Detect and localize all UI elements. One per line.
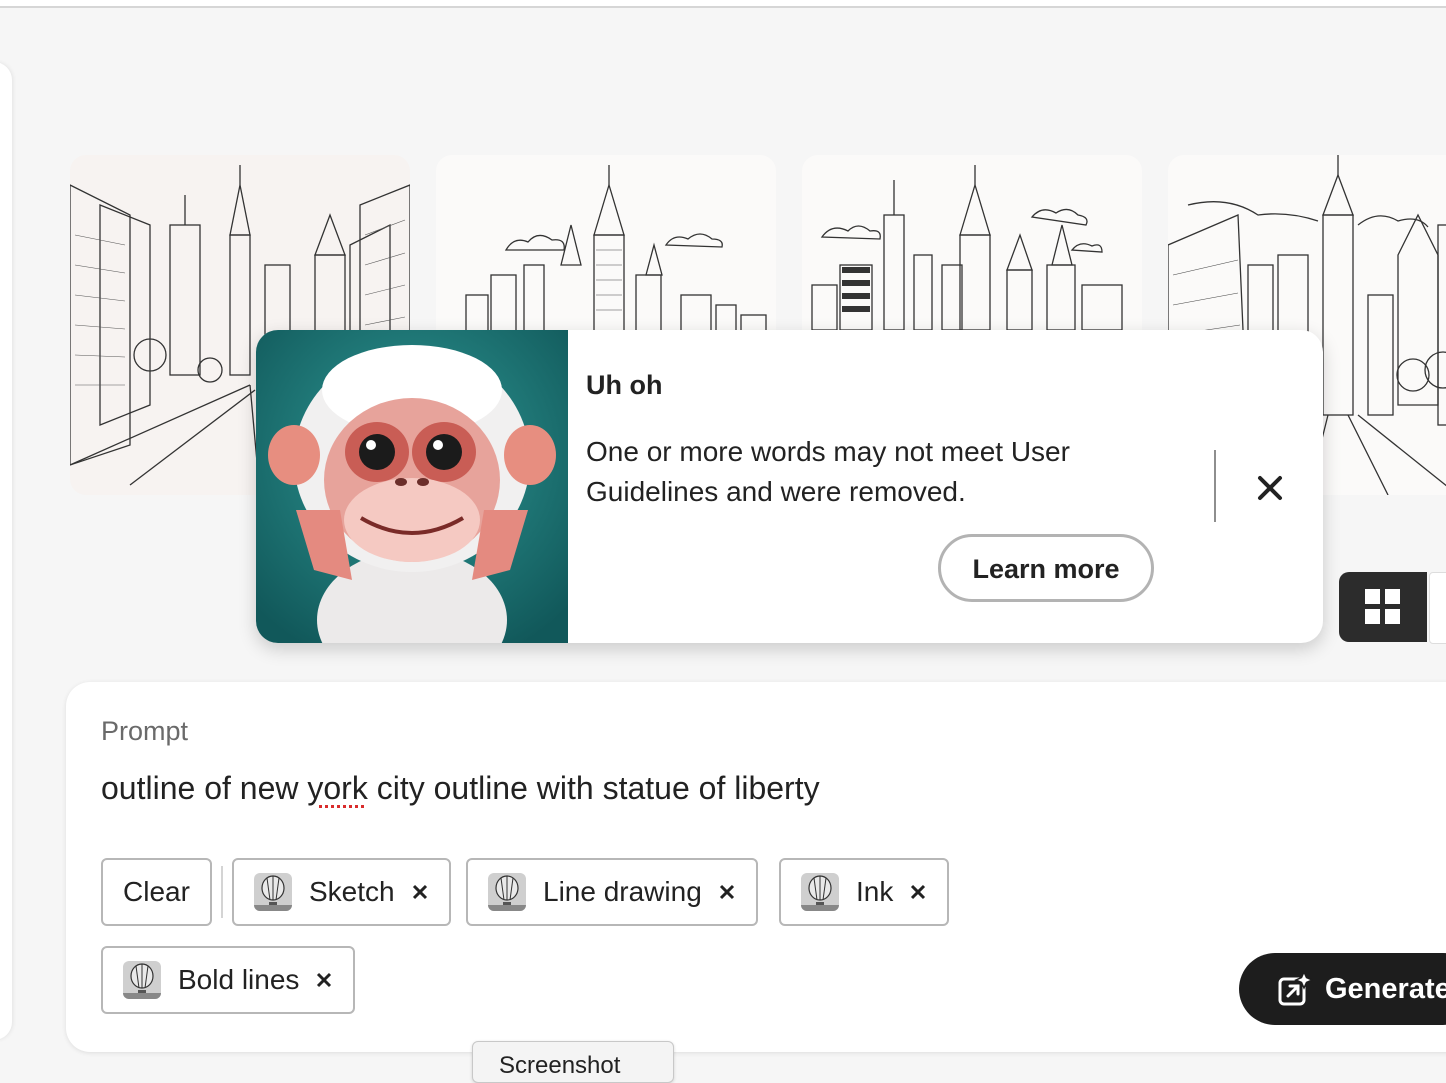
balloon-icon	[488, 873, 526, 911]
chip-label: Ink	[856, 876, 894, 907]
balloon-icon	[254, 873, 292, 911]
generate-sparkle-icon	[1278, 971, 1313, 1006]
generate-button[interactable]: Generate	[1239, 953, 1446, 1025]
monkey-illustration	[256, 330, 568, 643]
style-chip-sketch[interactable]: Sketch	[232, 858, 451, 926]
flagged-word: york	[307, 770, 368, 806]
grid-icon	[1365, 589, 1400, 624]
close-icon[interactable]	[411, 883, 429, 901]
close-icon[interactable]	[718, 883, 736, 901]
chip-label: Line drawing	[543, 876, 702, 907]
generate-label: Generate	[1325, 972, 1446, 1005]
style-chip-bold-lines[interactable]: Bold lines	[101, 946, 356, 1014]
chip-label: Sketch	[309, 876, 395, 907]
toast-message: One or more words may not meet User Guid…	[586, 436, 1070, 507]
close-icon[interactable]	[909, 883, 927, 901]
screenshot-tooltip: Screenshot	[472, 1041, 674, 1083]
close-icon[interactable]	[315, 971, 333, 989]
clear-label: Clear	[123, 876, 190, 907]
grid-view-button[interactable]	[1339, 572, 1427, 642]
prompt-input[interactable]: outline of new york city outline with st…	[101, 770, 820, 807]
close-icon[interactable]	[1248, 466, 1292, 510]
style-chip-line-drawing[interactable]: Line drawing	[466, 858, 758, 926]
balloon-icon	[123, 961, 161, 999]
clear-button[interactable]: Clear	[101, 858, 212, 926]
chip-label: Bold lines	[178, 964, 300, 995]
style-chip-ink[interactable]: Ink	[779, 858, 950, 926]
toast-divider	[1214, 450, 1216, 522]
prompt-text-end: city outline with statue of liberty	[367, 770, 820, 806]
tooltip-text: Screenshot	[499, 1052, 621, 1079]
list-view-button[interactable]	[1429, 572, 1446, 644]
balloon-icon	[801, 873, 839, 911]
toast-title: Uh oh	[586, 370, 663, 400]
learn-more-button[interactable]: Learn more	[938, 534, 1154, 602]
top-border	[0, 0, 1446, 8]
prompt-label: Prompt	[101, 716, 189, 746]
chip-divider	[221, 866, 223, 918]
guidelines-toast: Uh oh One or more words may not meet Use…	[256, 330, 1323, 643]
prompt-text-start: outline of new	[101, 770, 308, 806]
left-side-panel	[0, 62, 12, 1040]
